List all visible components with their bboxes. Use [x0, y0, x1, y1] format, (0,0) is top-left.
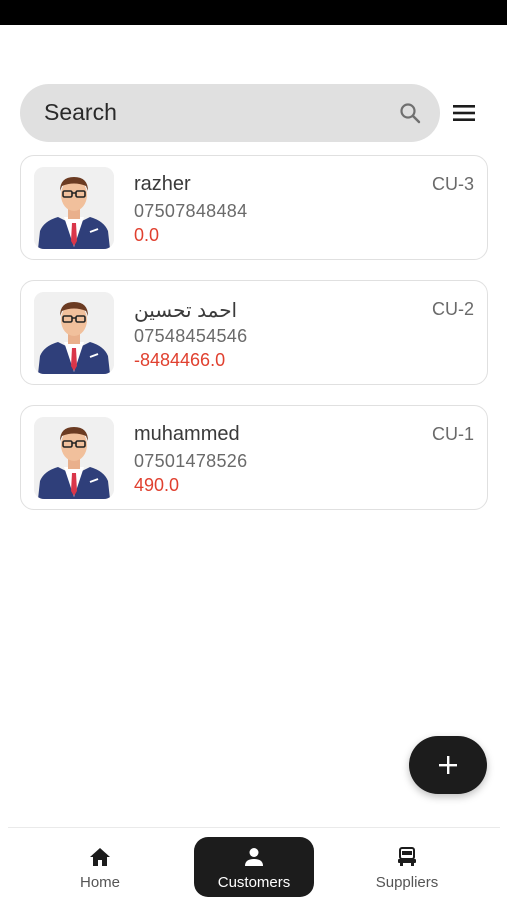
- customer-phone: 07507848484: [134, 201, 248, 221]
- status-bar: [0, 0, 507, 25]
- truck-icon: [398, 847, 416, 866]
- search-row: Search: [20, 84, 490, 142]
- customer-code: CU-2: [431, 299, 474, 319]
- home-icon: [90, 848, 110, 866]
- plus-icon: [439, 756, 457, 774]
- search-placeholder: Search: [44, 99, 117, 125]
- menu-icon[interactable]: [450, 101, 478, 125]
- customer-phone: 07501478526: [134, 451, 248, 471]
- customer-phone: 07548454546: [134, 326, 248, 346]
- customer-balance: -8484466.0: [134, 350, 226, 370]
- customer-name: razher: [134, 173, 191, 195]
- customer-name: احمد تحسين: [134, 300, 238, 322]
- customer-card[interactable]: احمد تحسين 07548454546 -8484466.0 CU-2: [20, 280, 488, 385]
- nav-label: Home: [79, 874, 120, 891]
- customer-code: CU-1: [431, 424, 474, 444]
- customer-balance: 490.0: [134, 475, 180, 495]
- search-input[interactable]: Search: [20, 84, 440, 142]
- nav-item-home[interactable]: Home: [40, 837, 160, 897]
- nav-item-customers[interactable]: Customers: [194, 837, 314, 897]
- person-icon: [245, 848, 263, 866]
- customer-list: razher 07507848484 0.0 CU-3 احمد تحسين 0…: [20, 155, 488, 530]
- avatar: [34, 292, 114, 374]
- add-customer-button[interactable]: [409, 736, 487, 794]
- nav-label: Suppliers: [375, 874, 439, 891]
- customer-card[interactable]: razher 07507848484 0.0 CU-3: [20, 155, 488, 260]
- search-icon[interactable]: [398, 101, 422, 125]
- avatar: [34, 167, 114, 249]
- customer-code: CU-3: [431, 174, 474, 194]
- nav-item-suppliers[interactable]: Suppliers: [347, 837, 467, 897]
- customer-name: muhammed: [134, 423, 240, 445]
- avatar: [34, 417, 114, 499]
- nav-label: Customers: [217, 874, 291, 891]
- bottom-nav: Home Customers Suppliers: [0, 828, 507, 900]
- customer-card[interactable]: muhammed 07501478526 490.0 CU-1: [20, 405, 488, 510]
- customer-balance: 0.0: [134, 225, 160, 245]
